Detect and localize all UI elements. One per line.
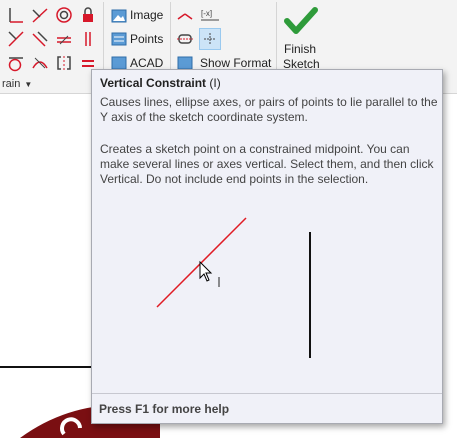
points-icon	[111, 32, 127, 46]
smooth-constraint-button[interactable]	[29, 52, 51, 74]
horizontal-icon	[57, 35, 71, 45]
horizontal-constraint-button[interactable]	[53, 28, 75, 50]
tooltip-illustration	[156, 217, 311, 358]
finish-sketch-label-line1: Finish	[284, 42, 317, 56]
symmetric-icon	[57, 56, 71, 70]
tooltip-command-name: Vertical Constraint	[100, 76, 207, 90]
vertical-icon	[85, 32, 91, 46]
checkmark-icon	[284, 7, 318, 34]
image-button[interactable]	[108, 5, 130, 27]
acad-label[interactable]: ACAD	[130, 56, 163, 70]
driven-dimension-button[interactable]: [-x]	[199, 4, 221, 26]
center-point-button[interactable]	[199, 28, 221, 50]
points-button[interactable]	[108, 28, 130, 50]
driven-dimension-icon: [-x]	[201, 9, 219, 21]
tooltip-vertical-constraint: Vertical Constraint (I) Causes lines, el…	[91, 69, 443, 424]
smooth-icon	[32, 57, 48, 69]
svg-text:[-x]: [-x]	[201, 9, 212, 18]
chevron-down-icon: ▼	[24, 79, 33, 89]
symmetric-constraint-button[interactable]	[53, 52, 75, 74]
illustration-red-line	[156, 217, 247, 308]
tooltip-description: Causes lines, ellipse axes, or pairs of …	[100, 95, 438, 124]
sketch-line[interactable]	[0, 366, 96, 368]
concentric-icon	[56, 7, 72, 23]
fix-constraint-button[interactable]	[77, 4, 99, 26]
show-format-label[interactable]: Show Format	[200, 56, 271, 70]
center-point-icon	[204, 33, 216, 45]
lock-icon	[83, 7, 93, 22]
tooltip-help-hint: Press F1 for more help	[99, 402, 230, 416]
constrain-panel-dropdown[interactable]: rain ▼	[2, 78, 32, 90]
vertical-constraint-button[interactable]	[77, 28, 99, 50]
perpendicular-icon	[8, 31, 24, 47]
tooltip-title: Vertical Constraint (I)	[100, 76, 221, 90]
tooltip-footer: Press F1 for more help	[92, 393, 442, 423]
points-label[interactable]: Points	[130, 32, 163, 46]
centerline-icon	[177, 34, 193, 44]
coincident-constraint-button[interactable]	[5, 4, 27, 26]
tooltip-details: Creates a sketch point on a constrained …	[100, 142, 434, 186]
construction-line-icon	[177, 13, 193, 20]
collinear-constraint-button[interactable]	[29, 4, 51, 26]
tooltip-shortcut: (I)	[209, 76, 221, 90]
centerline-button[interactable]	[174, 28, 196, 50]
image-label[interactable]: Image	[130, 8, 163, 22]
construction-button[interactable]	[174, 4, 196, 26]
tangent-constraint-button[interactable]	[5, 52, 27, 74]
parallel-icon	[32, 31, 48, 47]
concentric-constraint-button[interactable]	[53, 4, 75, 26]
tangent-icon	[8, 57, 23, 72]
collinear-icon	[32, 8, 48, 23]
coincident-icon	[9, 8, 23, 23]
mouse-pointer-icon	[199, 260, 213, 282]
image-icon	[111, 9, 127, 23]
parallel-constraint-button[interactable]	[29, 28, 51, 50]
constrain-panel-label: rain	[2, 78, 21, 90]
perpendicular-constraint-button[interactable]	[5, 28, 27, 50]
